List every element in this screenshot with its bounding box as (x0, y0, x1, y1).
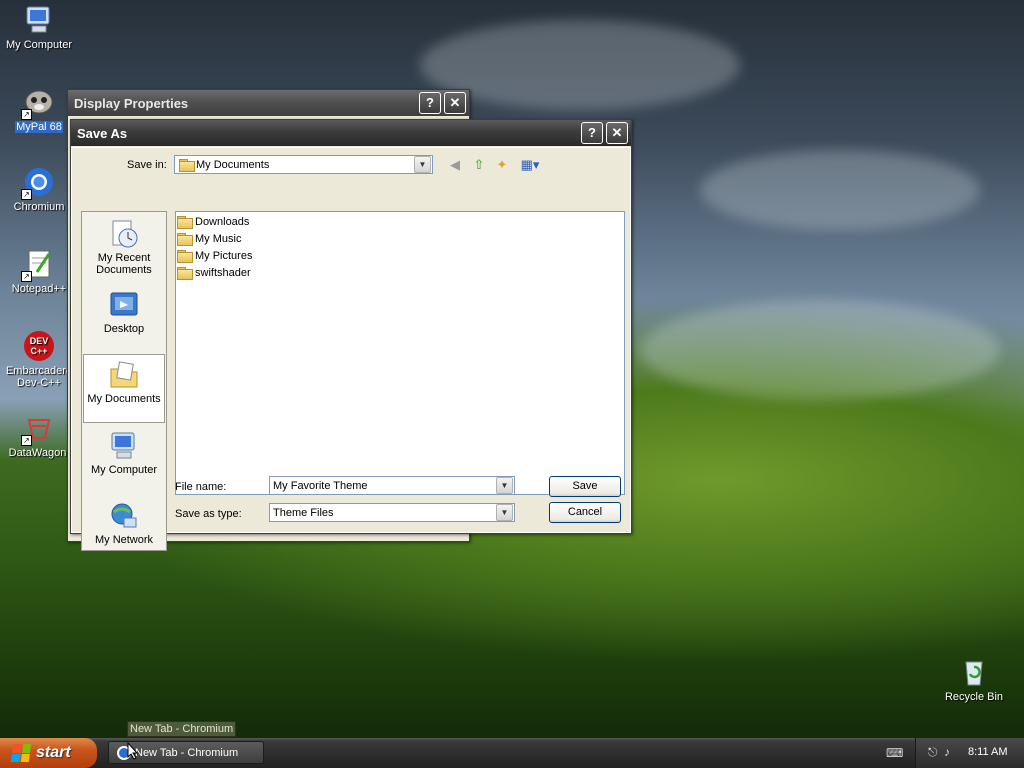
place-label: My Network (94, 534, 154, 546)
place-label: Desktop (103, 323, 145, 335)
up-folder-icon[interactable]: ⇧ (470, 156, 488, 174)
shortcut-arrow-icon: ↗ (21, 435, 32, 446)
display-properties-titlebar[interactable]: Display Properties ? ✕ (68, 90, 469, 116)
start-button[interactable]: start (0, 738, 97, 768)
file-name: My Music (195, 232, 242, 245)
save-as-type-value: Theme Files (273, 506, 334, 519)
help-button[interactable]: ? (581, 122, 603, 144)
chevron-down-icon[interactable]: ▼ (496, 504, 513, 521)
recycle-bin-icon (958, 656, 990, 688)
folder-icon (177, 266, 193, 280)
close-button[interactable]: ✕ (444, 92, 466, 114)
folder-icon (177, 215, 193, 229)
start-label: start (36, 744, 71, 761)
file-name: Downloads (195, 215, 250, 228)
desktop-icon-label: DataWagon. (8, 447, 70, 459)
shortcut-arrow-icon: ↗ (21, 109, 32, 120)
close-button[interactable]: ✕ (606, 122, 628, 144)
pictures-folder-icon (177, 249, 193, 263)
chromium-icon: ↗ (21, 166, 55, 200)
computer-icon (108, 430, 140, 462)
chevron-down-icon[interactable]: ▼ (414, 156, 431, 173)
computer-icon (23, 4, 55, 36)
network-tray-icon[interactable]: ⎋ (928, 745, 938, 760)
place-my-recent-documents[interactable]: My Recent Documents (83, 218, 165, 276)
desktop-icon-label: Chromium (13, 201, 65, 213)
keyboard-icon[interactable]: ⌨ (886, 746, 903, 760)
desktop-icon-label: Recycle Bin (944, 691, 1004, 703)
cloud (700, 150, 980, 230)
views-menu-icon[interactable]: ▦▾ (518, 156, 542, 174)
list-item-folder[interactable]: My Pictures (177, 247, 252, 264)
svg-text:DEV: DEV (30, 336, 49, 346)
taskbar: start New Tab - Chromium ⌨ ⎋ ♪ 8:11 AM (0, 738, 1024, 768)
save-as-type-dropdown[interactable]: Theme Files ▼ (269, 503, 515, 522)
window-title: Save As (77, 125, 128, 141)
place-label: My Recent Documents (96, 252, 152, 276)
desktop-icon-my-computer[interactable]: My Computer (0, 4, 78, 51)
svg-text:C++: C++ (30, 346, 47, 356)
desktop-icon (108, 289, 140, 321)
dev-cpp-icon: DEV C++ (23, 330, 55, 362)
datawagon-icon: ↗ (21, 412, 55, 446)
place-label: My Documents (87, 393, 161, 405)
place-label: My Computer (90, 464, 158, 476)
desktop-icon-recycle-bin[interactable]: Recycle Bin (935, 656, 1013, 703)
file-name-value: My Favorite Theme (273, 479, 368, 492)
place-my-computer[interactable]: My Computer (83, 430, 165, 476)
list-item-folder[interactable]: My Music (177, 230, 241, 247)
place-my-documents[interactable]: My Documents (83, 354, 165, 423)
new-folder-icon[interactable]: ✦ (493, 156, 511, 174)
taskbar-button-label: New Tab - Chromium (135, 746, 239, 759)
save-as-dialog[interactable]: Save As ? ✕ Save in: My Documents ▼ ◀ ⇧ … (70, 119, 632, 551)
notepad-plus-plus-icon: ↗ (21, 248, 55, 282)
save-as-type-label: Save as type: (175, 508, 242, 520)
desktop-icon-label: Notepad++ (11, 283, 67, 295)
shortcut-arrow-icon: ↗ (21, 189, 32, 200)
mouse-cursor-icon (127, 742, 139, 760)
chevron-down-icon[interactable]: ▼ (496, 477, 513, 494)
save-button[interactable]: Save (549, 476, 621, 497)
system-tray: ⎋ ♪ 8:11 AM (915, 738, 1024, 768)
list-item-folder[interactable]: swiftshader (177, 264, 251, 281)
volume-tray-icon[interactable]: ♪ (944, 745, 950, 759)
help-button[interactable]: ? (419, 92, 441, 114)
file-name: My Pictures (195, 249, 253, 262)
save-in-dropdown[interactable]: My Documents ▼ (174, 155, 433, 174)
place-my-network[interactable]: My Network (83, 500, 165, 546)
taskbar-tooltip: New Tab - Chromium (127, 721, 237, 737)
save-as-body: Save in: My Documents ▼ ◀ ⇧ ✦ ▦▾ My Rece… (71, 147, 631, 551)
music-folder-icon (177, 232, 193, 246)
file-name-input[interactable]: My Favorite Theme ▼ (269, 476, 515, 495)
recent-documents-icon (108, 218, 140, 250)
desktop-icon-label: MyPal 68 (15, 121, 63, 133)
clock[interactable]: 8:11 AM (968, 746, 1008, 758)
file-name: swiftshader (195, 266, 251, 279)
desktop-icon-label: Embarcadero Dev-C++ (5, 365, 73, 389)
desktop-icon-label: My Computer (5, 39, 73, 51)
list-item-folder[interactable]: Downloads (177, 213, 249, 230)
mypal-icon: ↗ (21, 86, 55, 120)
my-documents-icon (108, 359, 140, 391)
window-title: Display Properties (74, 95, 189, 111)
save-in-label: Save in: (127, 159, 167, 171)
my-documents-small-icon (179, 158, 195, 172)
shortcut-arrow-icon: ↗ (21, 271, 32, 282)
windows-logo-icon (10, 744, 32, 762)
file-list[interactable]: Downloads My Music My Pictures swiftshad… (175, 211, 625, 495)
places-bar: My Recent Documents Desktop My Documents… (81, 211, 167, 551)
save-in-value: My Documents (196, 158, 270, 171)
back-icon[interactable]: ◀ (446, 156, 464, 174)
cancel-button[interactable]: Cancel (549, 502, 621, 523)
cloud (640, 300, 1000, 400)
network-icon (108, 500, 140, 532)
file-name-label: File name: (175, 481, 227, 493)
save-as-titlebar[interactable]: Save As ? ✕ (71, 120, 631, 146)
place-desktop[interactable]: Desktop (83, 289, 165, 335)
